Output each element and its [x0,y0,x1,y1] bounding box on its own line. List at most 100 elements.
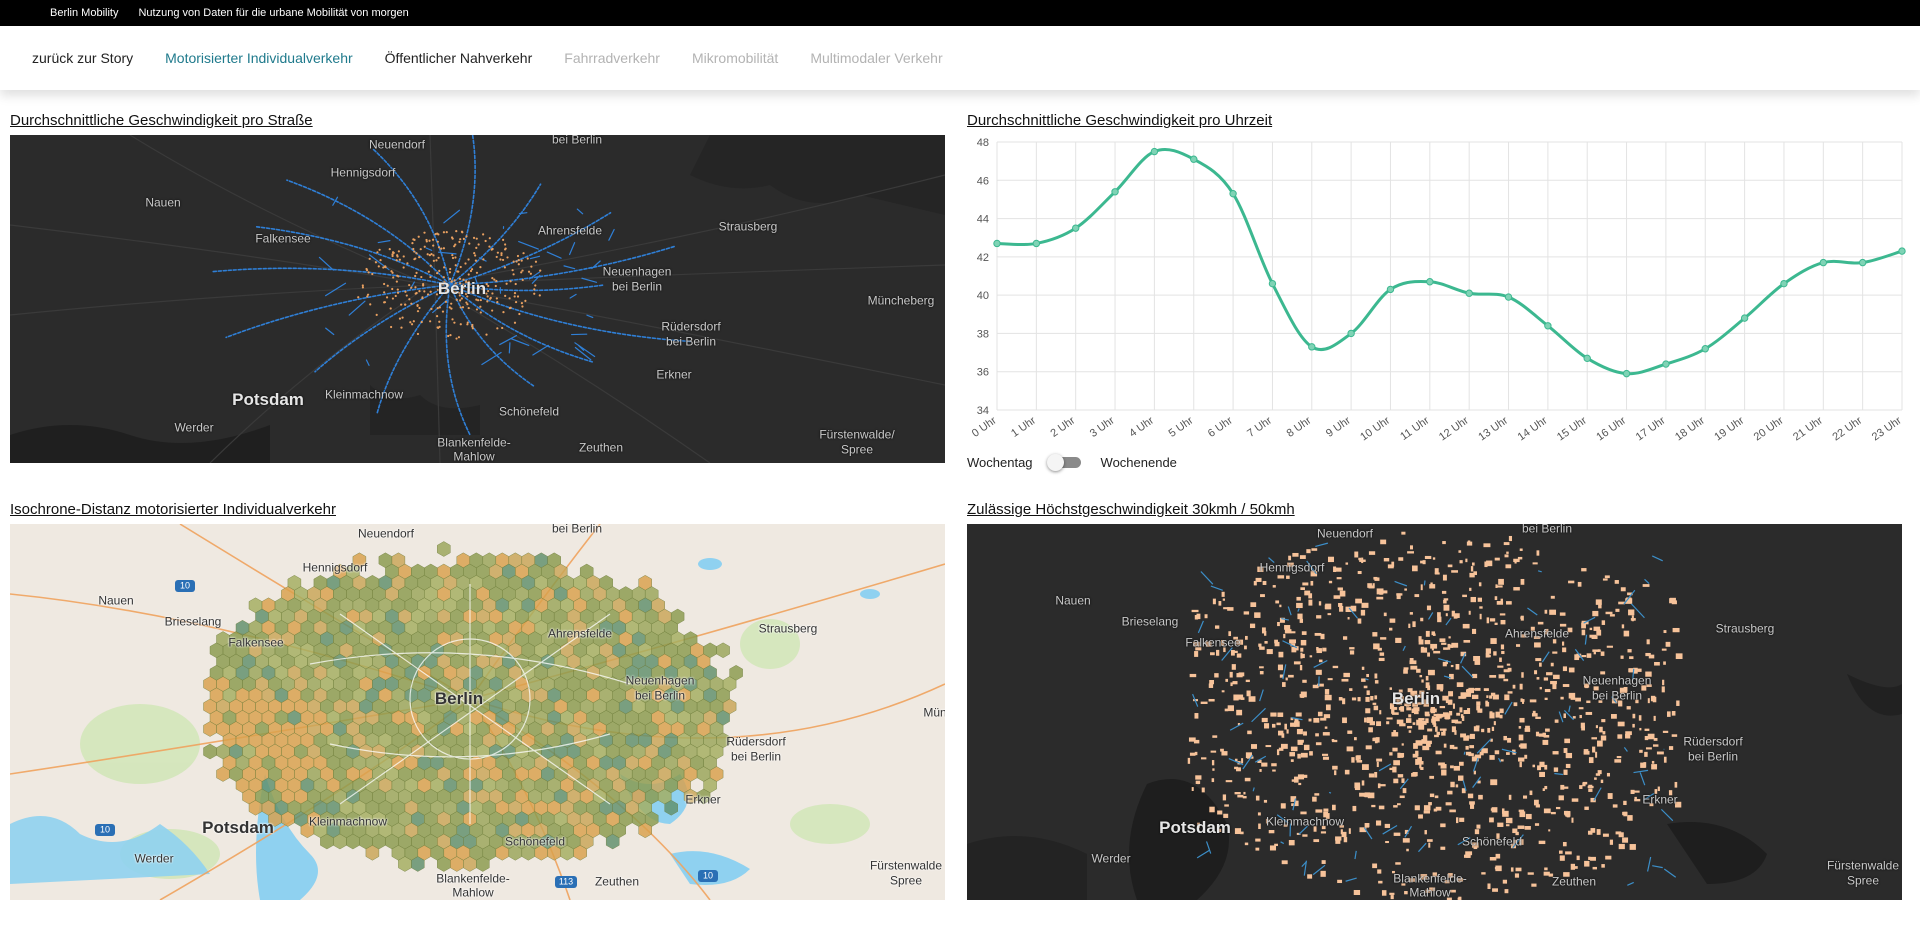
speed-zone-patch [1324,604,1329,610]
street-segment [1438,658,1452,663]
speed-zone-patch [1243,791,1246,795]
speed-zone-patch [1439,705,1446,709]
speed-zone-patch [1499,613,1506,616]
speed-zone-patch [1414,805,1420,811]
speed-zone-patch [1440,823,1446,828]
speed-zone-patch [1628,668,1634,673]
speed-data-point[interactable] [1504,293,1513,301]
speed-zone-patch [1271,723,1276,728]
speed-zone-patch [1396,593,1403,596]
map1-label-strausberg: Strausberg [718,219,778,234]
street-segment [1633,769,1649,774]
speed-data-point[interactable] [1426,278,1434,286]
street-segment [365,359,370,366]
speed-zone-patch [1592,649,1600,652]
speed-data-point[interactable] [1111,188,1119,196]
speed-data-point[interactable] [1819,258,1828,267]
speed-data-point[interactable] [1190,155,1198,163]
speed-zone-patch [1463,640,1471,643]
nav-bicycle-traffic[interactable]: Fahrradverkehr [564,50,660,66]
speed-dot [427,270,430,273]
speed-zone-patch [1434,568,1439,574]
speed-zone-patch [1397,774,1404,778]
speed-zone-patch [1657,786,1660,792]
speed-zone-patch [1473,571,1477,576]
speed-data-point[interactable] [1071,224,1080,232]
speed-dot [391,251,395,254]
speed-zone-patch [1469,745,1475,749]
speed-data-point[interactable] [1858,258,1867,267]
speed-dot [520,302,523,305]
map1-label-kleinmachnow: Kleinmachnow [324,387,404,402]
speed-zone-patch [1241,758,1244,764]
speed-per-hour-chart[interactable]: 34 36 38 40 42 44 46 48 0 Uhr 1 Uhr 2 Uhr 3 Uhr 4 Uh… [962,132,1907,450]
speed-zone-patch [1487,883,1491,890]
speed-data-point[interactable] [1386,285,1395,294]
speed-data-point[interactable] [1229,189,1237,198]
speed-dot [376,251,379,254]
speed-dot [495,255,498,259]
speed-zone-patch [1322,756,1329,760]
speed-zone-patch [1191,609,1199,613]
speed-zone-patch [1393,832,1401,836]
speed-data-point[interactable] [1347,329,1355,338]
map3-label-erkner: Erkner [685,792,721,807]
speed-zone-patch [1211,760,1215,766]
speed-dot [429,320,432,323]
nav-multimodal-traffic[interactable]: Multimodaler Verkehr [810,50,942,66]
switch-knob[interactable] [1046,454,1064,471]
speed-dot [479,266,482,269]
speed-data-point[interactable] [1662,360,1670,368]
speed-dot [467,273,470,276]
isochrone-map[interactable]: 10 10 113 10 Neuendorf bei Berlin Hennig… [10,524,945,900]
nav-micromobility[interactable]: Mikromobilität [692,50,778,66]
street-segment [1554,772,1564,776]
speed-zone-patch [1474,659,1481,665]
speed-data-point[interactable] [1308,343,1316,351]
speed-zone-patch [1600,779,1604,784]
speed-data-point[interactable] [1032,239,1041,248]
speed-data-point[interactable] [1740,314,1749,322]
speed-zone-patch [1644,735,1649,741]
speed-zone-patch [1402,838,1410,843]
speed-zone-patch [1663,661,1666,665]
map3-label-neuenhagen: Neuenhagen [625,673,695,688]
speed-dot [365,269,369,272]
speed-per-street-map[interactable]: Neuendorf bei Berlin Hennigsdorf Nauen F… [10,135,945,463]
speed-dot [534,260,538,263]
speed-data-point[interactable] [1583,354,1591,363]
speed-zone-patch [1426,742,1431,747]
speed-data-point[interactable] [1268,279,1277,288]
speed-data-point[interactable] [1544,322,1552,330]
speed-zone-patch [1467,793,1474,799]
speed-zone-patch [1290,746,1298,752]
brand-name[interactable]: Berlin Mobility [50,7,118,19]
weekday-weekend-switch[interactable] [1046,454,1083,471]
speed-dot [496,301,499,304]
speed-zone-patch [1389,767,1395,771]
speed-zone-patch [1297,613,1303,620]
speed-data-point[interactable] [1898,247,1906,255]
map1-label-hennigsdorf: Hennigsdorf [330,165,396,180]
nav-back-to-story[interactable]: zurück zur Story [32,50,133,66]
speed-data-point[interactable] [1701,345,1709,353]
speed-dot [451,256,455,260]
speed-zone-patch [1626,706,1631,710]
nav-motorized-traffic[interactable]: Motorisierter Individualverkehr [165,50,353,66]
speed-zone-patch [1373,705,1379,711]
nav-public-transport[interactable]: Öffentlicher Nahverkehr [385,50,533,66]
speed-zone-patch [1486,560,1493,567]
speed-data-point[interactable] [1465,289,1473,297]
speed-zone-patch [1676,700,1680,706]
max-speed-map[interactable]: Neuendorf bei Berlin Hennigsdorf Nauen B… [967,524,1902,900]
speed-zone-patch [1220,748,1224,752]
speed-data-point[interactable] [1780,279,1788,288]
speed-zone-patch [1372,632,1378,637]
speed-data-point[interactable] [1150,147,1159,156]
speed-zone-patch [1548,829,1551,832]
speed-zone-patch [1550,680,1557,685]
speed-data-point[interactable] [993,239,1001,248]
speed-data-point[interactable] [1622,369,1631,378]
speed-zone-patch [1454,613,1460,618]
speed-zone-patch [1363,685,1368,689]
